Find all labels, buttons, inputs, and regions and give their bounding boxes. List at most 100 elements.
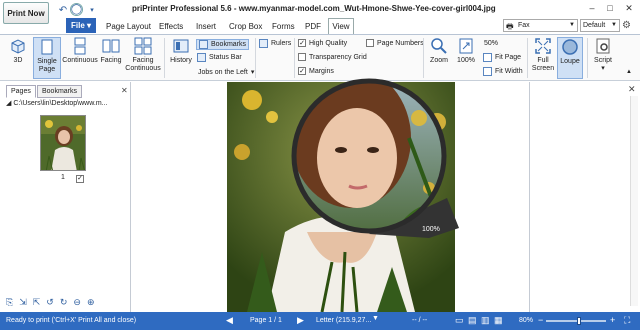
view-3d-button[interactable]: 3D: [6, 37, 30, 65]
fit-width-button[interactable]: Fit Width: [483, 67, 523, 76]
page-indicator: Page 1 / 1: [250, 317, 282, 324]
ribbon-divider: [164, 38, 165, 78]
maximize-button[interactable]: □: [603, 2, 617, 14]
close-button[interactable]: ✕: [622, 2, 636, 14]
tab-pages[interactable]: Pages: [6, 85, 36, 98]
printer-icon: 🖶: [506, 22, 514, 31]
zoom-slider[interactable]: [546, 317, 606, 325]
preset-value: Default: [583, 22, 606, 29]
jobs-location-label: Jobs on the Left: [198, 68, 248, 76]
ribbon-view: 3D Single Page Continuous Facing Facing …: [0, 34, 640, 81]
zoom-slider-thumb[interactable]: [576, 317, 581, 325]
full-screen-label: Full Screen: [531, 57, 555, 72]
rulers-label: Rulers: [271, 40, 292, 47]
file-label: File: [70, 21, 85, 30]
zoom-100-button[interactable]: 100%: [453, 37, 479, 65]
job-path-label: C:\Users\lin\Desktop\www.m...: [13, 99, 108, 107]
zoom-percent: 80%: [519, 317, 534, 324]
undo-icon[interactable]: ↶: [57, 4, 69, 16]
checkbox-icon: [298, 53, 306, 61]
zoom-level-value[interactable]: 50%: [484, 40, 498, 47]
jobs-location-dropdown[interactable]: Jobs on the Left ▾: [198, 68, 254, 77]
pages-panel: Pages Bookmarks ✕ ◢ C:\Users\lin\Desktop…: [0, 82, 131, 312]
bookmarks-toggle[interactable]: Bookmarks: [196, 39, 250, 50]
tab-page-layout[interactable]: Page Layout: [104, 20, 153, 33]
fit-icon[interactable]: ⛶: [624, 315, 630, 326]
quick-access-dropdown-icon[interactable]: ▾: [86, 4, 98, 16]
scrollbar[interactable]: [630, 96, 638, 306]
preview-area[interactable]: 100%: [132, 78, 528, 312]
tab-effects[interactable]: Effects: [157, 20, 185, 33]
bookmarks-icon: [199, 40, 208, 49]
script-button[interactable]: Script ▾: [590, 37, 616, 73]
zoom-in-icon[interactable]: +: [610, 315, 615, 325]
zoom-100-label: 100%: [457, 57, 475, 64]
tab-crop-box[interactable]: Crop Box: [227, 20, 264, 33]
rotate-left-icon[interactable]: ↺: [46, 297, 54, 308]
zoom-button[interactable]: Zoom: [427, 37, 451, 65]
tab-forms[interactable]: Forms: [270, 20, 297, 33]
tab-view[interactable]: View: [328, 18, 354, 34]
rulers-toggle[interactable]: Rulers: [259, 39, 291, 48]
loupe-lens[interactable]: [279, 78, 459, 238]
history-label: History: [170, 57, 192, 64]
pin-icon[interactable]: ✕: [121, 86, 128, 95]
view-continuous-icon[interactable]: ▤: [468, 315, 477, 326]
fit-page-label: Fit Page: [495, 54, 522, 61]
checkbox-icon: [366, 39, 374, 47]
history-button[interactable]: History: [168, 37, 194, 65]
rulers-icon: [259, 39, 268, 48]
ribbon-divider: [527, 38, 528, 78]
transparency-label: Transparency Grid: [309, 53, 367, 61]
continuous-button[interactable]: Continuous: [62, 37, 98, 65]
view-facing-icon[interactable]: ▥: [481, 315, 490, 326]
printer-settings-icon[interactable]: ⚙: [622, 20, 631, 31]
tab-bookmarks[interactable]: Bookmarks: [37, 85, 83, 98]
zoom-out-icon[interactable]: ⊖: [73, 297, 81, 308]
facing-continuous-button[interactable]: Facing Continuous: [125, 37, 161, 73]
loupe-button[interactable]: Loupe: [557, 37, 583, 79]
zoom-in-icon[interactable]: ⊕: [87, 297, 95, 308]
actual-size-icon: [457, 37, 475, 55]
rotate-right-icon[interactable]: ↻: [60, 297, 68, 308]
status-bar-toggle[interactable]: Status Bar: [197, 53, 242, 62]
chevron-down-icon[interactable]: ▼: [372, 315, 379, 322]
page-numbers-checkbox[interactable]: Page Numbers: [366, 39, 424, 47]
next-page-icon[interactable]: ▶: [297, 315, 304, 326]
single-page-button[interactable]: Single Page: [33, 37, 61, 79]
fit-page-button[interactable]: Fit Page: [483, 53, 521, 62]
margins-checkbox[interactable]: ✓ Margins: [298, 67, 334, 75]
page-separator: -- / --: [412, 317, 428, 324]
ribbon-divider: [423, 38, 424, 78]
minimize-button[interactable]: –: [585, 2, 599, 14]
page-select-checkbox[interactable]: ✓: [76, 173, 84, 183]
close-icon[interactable]: ✕: [628, 84, 636, 95]
file-menu-tab[interactable]: File ▾: [66, 18, 96, 33]
zoom-out-icon[interactable]: −: [538, 315, 543, 325]
chevron-down-icon: ▼: [569, 22, 575, 28]
page-thumbnail[interactable]: [40, 115, 86, 171]
prev-page-icon[interactable]: ◀: [226, 315, 233, 326]
tab-insert[interactable]: Insert: [194, 20, 218, 33]
transparency-grid-checkbox[interactable]: Transparency Grid: [298, 53, 367, 61]
3d-view-icon: [9, 37, 27, 55]
page-numbers-label: Page Numbers: [377, 39, 424, 47]
collapse-ribbon-icon[interactable]: ▲: [626, 69, 632, 75]
high-quality-checkbox[interactable]: ✓ High Quality: [298, 39, 347, 47]
quick-access-circle-icon[interactable]: ◯: [70, 3, 83, 16]
preset-select[interactable]: Default ▼: [580, 19, 620, 32]
facing-button[interactable]: Facing: [99, 37, 123, 65]
status-bar-label: Status Bar: [209, 54, 242, 61]
facing-continuous-icon: [134, 37, 152, 55]
full-screen-button[interactable]: Full Screen: [531, 37, 555, 73]
view-grid-icon[interactable]: ▦: [494, 315, 503, 326]
import-icon[interactable]: ⇲: [19, 297, 27, 308]
add-page-icon[interactable]: ⎘: [6, 297, 13, 308]
job-path[interactable]: ◢ C:\Users\lin\Desktop\www.m...: [6, 99, 128, 108]
view-single-icon[interactable]: ▭: [455, 315, 464, 326]
export-icon[interactable]: ⇱: [33, 297, 41, 308]
history-icon: [172, 37, 190, 55]
printer-select[interactable]: 🖶 Fax ▼: [503, 19, 578, 32]
paper-size[interactable]: Letter (215.9,27...: [316, 317, 371, 324]
tab-pdf[interactable]: PDF: [303, 20, 323, 33]
